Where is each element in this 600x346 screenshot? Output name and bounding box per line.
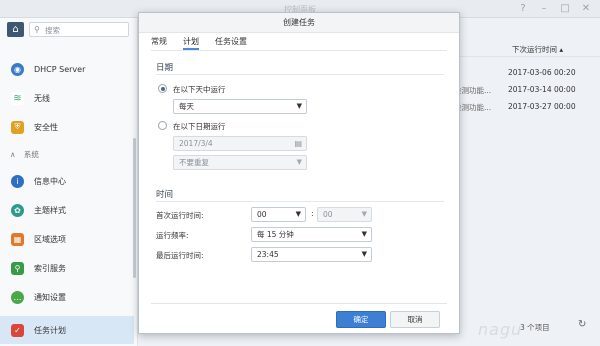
maximize-icon[interactable]: □	[559, 3, 571, 14]
search-placeholder: 搜索	[45, 26, 60, 35]
tab-general[interactable]: 常规	[151, 35, 167, 50]
date-section-divider	[156, 74, 444, 75]
minimize-icon[interactable]: –	[538, 3, 550, 14]
dhcp-icon: ◉	[11, 62, 24, 76]
watermark: nagu	[478, 320, 523, 339]
first-run-label: 首次运行时间:	[156, 211, 204, 220]
sidebar: ⌂ ⚲ 搜索 ◉ DHCP Server ≋ 无线 ⛨ 安全性 ∧ 系统 i 信…	[0, 18, 138, 346]
sidebar-item-notification[interactable]: … 通知设置	[0, 283, 134, 311]
sidebar-item-dhcp[interactable]: ◉ DHCP Server	[0, 55, 134, 83]
sort-asc-icon: ▴	[559, 45, 564, 54]
search-index-icon: ⚲	[11, 261, 24, 275]
sidebar-item-indexing[interactable]: ⚲ 索引服务	[0, 254, 134, 282]
table-row[interactable]: 2017-03-06 00:20	[460, 65, 600, 80]
last-run-label: 最后运行时间:	[156, 251, 204, 260]
table-header-next-run[interactable]: 下次运行时间 ▴	[460, 42, 600, 57]
chevron-down-icon: ▼	[296, 102, 302, 110]
home-button[interactable]: ⌂	[7, 22, 24, 37]
tab-task-settings[interactable]: 任务设置	[215, 35, 247, 50]
sidebar-section-system[interactable]: ∧ 系统	[10, 149, 39, 160]
help-icon[interactable]: ?	[517, 3, 529, 14]
time-section-divider	[156, 201, 444, 202]
wifi-icon: ≋	[11, 91, 24, 105]
sidebar-item-security[interactable]: ⛨ 安全性	[0, 113, 134, 141]
sidebar-scrollbar[interactable]	[133, 138, 136, 278]
time-colon: :	[311, 209, 314, 218]
chevron-down-icon: ▼	[361, 230, 367, 238]
dialog-tabs: 常规 计划 任务设置	[151, 35, 263, 50]
repeat-select[interactable]: 不要重复 ▼	[173, 155, 307, 170]
sidebar-item-regional[interactable]: ▦ 区域选项	[0, 225, 134, 253]
run-on-date-label: 在以下日期运行	[173, 122, 226, 131]
chevron-down-icon: ▼	[361, 250, 367, 258]
table-row[interactable]: 检测功能... 2017-03-14 00:00	[454, 82, 600, 97]
dialog-footer-divider	[151, 303, 447, 304]
dialog-title: 创建任务	[139, 13, 459, 33]
window-controls: ? – □ ✕	[517, 3, 592, 14]
refresh-icon[interactable]: ↻	[578, 319, 586, 330]
chevron-down-icon: ▼	[361, 210, 367, 218]
first-run-minute-select[interactable]: 00 ▼	[317, 207, 372, 222]
sidebar-item-info-center[interactable]: i 信息中心	[0, 167, 134, 195]
run-on-days-label: 在以下天中运行	[173, 85, 226, 94]
cancel-button[interactable]: 取消	[390, 311, 440, 328]
search-icon: ⚲	[34, 25, 40, 34]
time-section-title: 时间	[156, 190, 174, 200]
chevron-down-icon: ▼	[295, 210, 301, 218]
radio-run-on-days[interactable]	[158, 84, 167, 93]
tab-schedule[interactable]: 计划	[183, 35, 199, 50]
palette-icon: ✿	[11, 203, 24, 217]
tab-divider	[151, 50, 447, 51]
ok-button[interactable]: 确定	[336, 311, 386, 328]
info-icon: i	[11, 174, 24, 188]
calendar-icon: ▦	[11, 232, 24, 246]
date-input[interactable]: 2017/3/4 ▤	[173, 136, 307, 151]
sidebar-item-task-scheduler[interactable]: ✓ 任务计划	[0, 316, 134, 344]
sidebar-search-input[interactable]: ⚲ 搜索	[29, 22, 129, 37]
home-icon: ⌂	[12, 24, 19, 35]
last-run-select[interactable]: 23:45 ▼	[251, 247, 372, 262]
chevron-up-icon: ∧	[10, 150, 16, 159]
radio-run-on-date[interactable]	[158, 121, 167, 130]
sidebar-item-theme[interactable]: ✿ 主题样式	[0, 196, 134, 224]
close-icon[interactable]: ✕	[580, 3, 592, 14]
chat-icon: …	[11, 290, 24, 304]
frequency-select[interactable]: 每 15 分钟 ▼	[251, 227, 372, 242]
sidebar-item-wireless[interactable]: ≋ 无线	[0, 84, 134, 112]
task-table: 下次运行时间 ▴ 2017-03-06 00:20 检测功能... 2017-0…	[454, 42, 600, 114]
table-item-count: 3 个项目	[520, 323, 550, 332]
date-section-title: 日期	[156, 63, 174, 73]
table-row[interactable]: 检测功能... 2017-03-27 00:00	[454, 99, 600, 114]
chevron-down-icon: ▼	[296, 158, 302, 166]
daily-select[interactable]: 每天 ▼	[173, 99, 307, 114]
first-run-hour-select[interactable]: 00 ▼	[251, 207, 306, 222]
frequency-label: 运行频率:	[156, 231, 189, 240]
calendar-icon[interactable]: ▤	[294, 137, 302, 150]
task-schedule-icon: ✓	[11, 323, 24, 337]
shield-icon: ⛨	[11, 120, 24, 134]
create-task-dialog: 创建任务 常规 计划 任务设置 日期 在以下天中运行 每天 ▼ 在以下日期运行 …	[138, 12, 460, 334]
